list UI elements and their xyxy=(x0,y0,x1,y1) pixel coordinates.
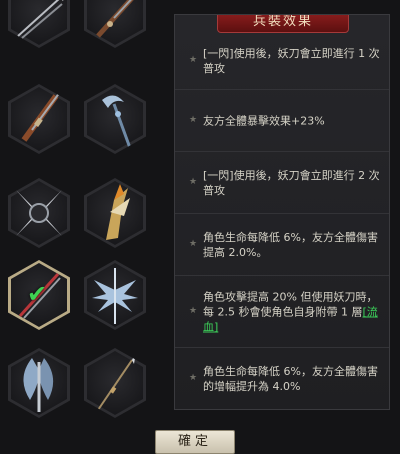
effect-row: ★ [一閃]使用後，妖刀會立即進行 1 次普攻 xyxy=(175,33,389,89)
long-spear-icon xyxy=(97,352,136,411)
musket-icon xyxy=(21,91,61,142)
twin-spear-icon xyxy=(17,0,66,39)
checkmark-icon: ✔ xyxy=(27,280,48,308)
weapon-slot-rifle[interactable] xyxy=(84,0,146,48)
effect-text: 角色生命每降低 6%，友方全體傷害提高 2.0%。 xyxy=(203,231,378,259)
confirm-button[interactable]: 確定 xyxy=(155,430,235,454)
shuriken-icon xyxy=(16,190,62,236)
effect-text: 角色生命每降低 6%，友方全體傷害的增幅提升為 4.0% xyxy=(203,365,378,393)
weapon-slot-battle-axe[interactable] xyxy=(8,348,70,418)
effect-text: 友方全體暴擊效果+23% xyxy=(203,114,325,128)
weapon-slot-long-spear[interactable] xyxy=(84,348,146,418)
panel-title: 兵裝效果 xyxy=(217,15,349,33)
effect-row: ★ 友方全體暴擊效果+23% xyxy=(175,89,389,152)
weapon-slot-crescent-staff[interactable] xyxy=(84,84,146,154)
effect-row: ★ 角色生命每降低 6%，友方全體傷害的增幅提升為 4.0% xyxy=(175,347,389,409)
weapon-slot-twin-spear[interactable] xyxy=(8,0,70,48)
crescent-staff-icon xyxy=(102,95,132,149)
weapon-slot-golden-blade[interactable] xyxy=(84,178,146,248)
effect-row: ★ [一閃]使用後，妖刀會立即進行 2 次普攻 xyxy=(175,151,389,214)
effect-text: 角色攻擊提高 20% 但使用妖刀時，每 2.5 秒會使角色自身附帶 1 層[流血… xyxy=(203,290,383,335)
weapon-slot-ice-wings[interactable] xyxy=(84,260,146,330)
effect-text: [一閃]使用後，妖刀會立即進行 2 次普攻 xyxy=(203,169,380,197)
weapon-slot-shuriken[interactable] xyxy=(8,178,70,248)
star-bullet-icon: ★ xyxy=(189,115,198,125)
star-bullet-icon: ★ xyxy=(189,373,198,383)
weapon-slot-dual-dagger[interactable]: ✔ xyxy=(8,260,70,330)
star-bullet-icon: ★ xyxy=(189,55,198,65)
star-bullet-icon: ★ xyxy=(189,239,198,249)
star-bullet-icon: ★ xyxy=(189,306,198,316)
effect-row: ★ 角色生命每降低 6%，友方全體傷害提高 2.0%。 xyxy=(175,213,389,276)
effect-text: [一閃]使用後，妖刀會立即進行 1 次普攻 xyxy=(203,47,380,75)
star-bullet-icon: ★ xyxy=(189,177,198,187)
weapon-slot-musket[interactable] xyxy=(8,84,70,154)
equipment-effects-panel: 兵裝效果 ★ [一閃]使用後，妖刀會立即進行 1 次普攻 ★ 友方全體暴擊效果+… xyxy=(174,14,390,410)
ice-wings-icon xyxy=(92,268,138,324)
golden-blade-icon xyxy=(106,184,130,240)
effect-text-main: 角色攻擊提高 20% 但使用妖刀時，每 2.5 秒會使角色自身附帶 1 層 xyxy=(203,290,378,319)
rifle-icon xyxy=(96,0,139,38)
battle-axe-icon xyxy=(23,358,54,412)
effect-row: ★ 角色攻擊提高 20% 但使用妖刀時，每 2.5 秒會使角色自身附帶 1 層[… xyxy=(175,275,389,348)
weapon-grid: ✔ xyxy=(0,0,170,420)
